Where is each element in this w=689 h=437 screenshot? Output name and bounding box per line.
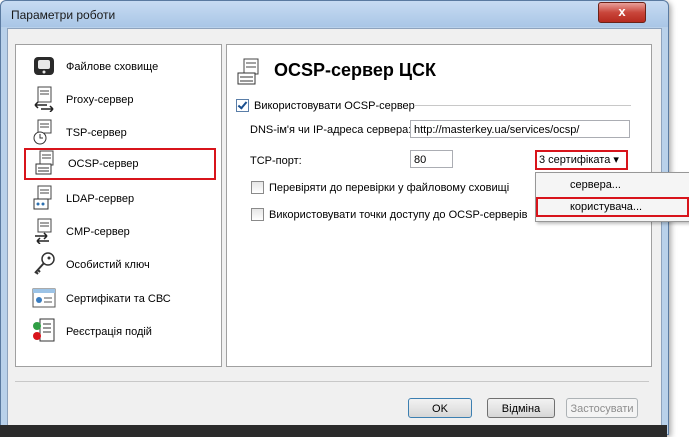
certificates-dropdown[interactable]: 3 сертифіката ▾ — [535, 150, 628, 170]
use-ocsp-checkbox-row[interactable]: Використовувати OCSP-сервер — [236, 99, 415, 112]
sidebar-item-label: CMP-сервер — [66, 226, 130, 238]
menu-item-server[interactable]: сервера... — [536, 175, 689, 195]
verify-checkbox-row[interactable]: Перевіряти до перевірки у файловому схов… — [251, 181, 509, 194]
footer-divider — [15, 381, 649, 382]
access-points-checkbox[interactable] — [251, 208, 264, 221]
window-title: Параметри роботи — [11, 8, 116, 22]
ocsp-server-icon — [237, 58, 259, 85]
event-log-icon — [33, 318, 55, 342]
menu-item-user[interactable]: користувача... — [536, 197, 689, 217]
title-bar[interactable]: Параметри роботи x — [1, 1, 668, 27]
sidebar-item-label: OCSP-сервер — [68, 158, 139, 170]
sidebar-item-label: Файлове сховище — [66, 61, 159, 73]
sidebar-item-ldap[interactable]: LDAP-сервер — [24, 185, 216, 213]
cancel-button[interactable]: Відміна — [487, 398, 555, 418]
dns-address-field[interactable]: http://masterkey.ua/services/ocsp/ — [410, 120, 630, 138]
sidebar-item-cmp[interactable]: CMP-сервер — [24, 218, 216, 246]
sidebar-item-event-log[interactable]: Реєстрація подій — [24, 318, 216, 346]
sidebar-item-tsp[interactable]: TSP-сервер — [24, 119, 216, 147]
verify-checkbox[interactable] — [251, 181, 264, 194]
apply-button[interactable]: Застосувати — [566, 398, 638, 418]
taskbar-strip — [0, 425, 667, 437]
certificates-dropdown-label: 3 сертифіката ▾ — [539, 154, 619, 166]
sidebar-item-proxy[interactable]: Proxy-сервер — [24, 86, 216, 114]
dns-label: DNS-ім'я чи IP-адреса сервера: — [250, 124, 412, 136]
certificates-menu: сервера... користувача... — [535, 172, 689, 222]
sidebar-item-private-key[interactable]: Особистий ключ — [24, 251, 216, 279]
settings-sidebar: Файлове сховище Proxy-сервер TSP-сервер … — [15, 44, 222, 367]
close-icon: x — [618, 4, 626, 19]
sidebar-item-ocsp[interactable]: OCSP-сервер — [24, 148, 216, 180]
hard-disk-icon — [34, 57, 54, 75]
sidebar-item-file-storage[interactable]: Файлове сховище — [24, 53, 216, 81]
sidebar-item-label: TSP-сервер — [66, 127, 127, 139]
tcp-port-label: TCP-порт: — [250, 155, 302, 167]
tsp-server-icon — [33, 119, 52, 145]
sidebar-item-label: Proxy-сервер — [66, 94, 134, 106]
ocsp-server-icon — [35, 150, 54, 175]
sidebar-item-label: Реєстрація подій — [66, 326, 152, 338]
sidebar-item-certificates[interactable]: Сертифікати та СВС — [24, 285, 216, 313]
page-title: OCSP-сервер ЦСК — [274, 60, 436, 80]
use-ocsp-checkbox[interactable] — [236, 99, 249, 112]
tcp-port-field[interactable]: 80 — [410, 150, 453, 168]
verify-label: Перевіряти до перевірки у файловому схов… — [269, 181, 510, 194]
group-divider — [414, 105, 631, 106]
key-icon — [34, 252, 55, 275]
sidebar-item-label: LDAP-сервер — [66, 193, 135, 205]
sidebar-item-label: Особистий ключ — [66, 259, 150, 271]
proxy-server-icon — [34, 86, 54, 112]
use-ocsp-label: Використовувати OCSP-сервер — [254, 99, 415, 112]
cmp-server-icon — [35, 218, 52, 244]
sidebar-item-label: Сертифікати та СВС — [66, 293, 171, 305]
access-points-label: Використовувати точки доступу до OCSP-се… — [269, 208, 528, 221]
certificate-icon — [32, 288, 56, 308]
close-button[interactable]: x — [598, 2, 646, 23]
ok-button[interactable]: OK — [408, 398, 472, 418]
access-points-checkbox-row[interactable]: Використовувати точки доступу до OCSP-се… — [251, 208, 527, 221]
ldap-server-icon — [33, 185, 52, 210]
